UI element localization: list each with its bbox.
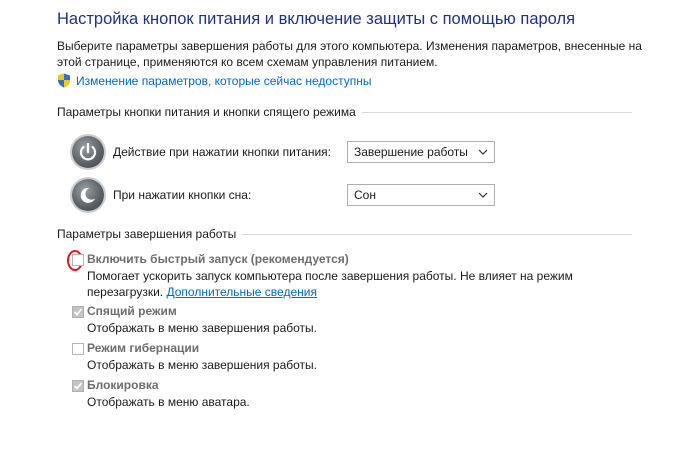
sleep-button-row: При нажатии кнопки сна: Сон bbox=[72, 179, 495, 211]
lock-description: Отображать в меню аватара. bbox=[87, 395, 250, 409]
page-title: Настройка кнопок питания и включение защ… bbox=[57, 10, 576, 28]
power-buttons-section-header: Параметры кнопки питания и кнопки спящег… bbox=[57, 105, 632, 119]
uac-shield-icon bbox=[58, 73, 70, 88]
power-button-label: Действие при нажатии кнопки питания: bbox=[113, 145, 332, 159]
hibernate-description: Отображать в меню завершения работы. bbox=[87, 358, 318, 372]
power-button-action-select[interactable]: Завершение работы bbox=[347, 141, 495, 163]
power-button-icon bbox=[72, 136, 104, 168]
shutdown-section-header: Параметры завершения работы bbox=[57, 227, 632, 241]
chevron-down-icon bbox=[478, 192, 488, 198]
sleep-button-action-select[interactable]: Сон bbox=[347, 184, 495, 206]
section-divider bbox=[242, 233, 632, 235]
hibernate-title: Режим гибернации bbox=[87, 341, 200, 355]
shutdown-section-title: Параметры завершения работы bbox=[57, 227, 237, 241]
sleep-mode-checkbox[interactable] bbox=[72, 306, 84, 318]
power-button-row: Действие при нажатии кнопки питания: Зав… bbox=[72, 136, 495, 168]
fast-startup-description-text: Помогает ускорить запуск компьютера посл… bbox=[87, 269, 573, 299]
sleep-button-action-value: Сон bbox=[354, 188, 376, 202]
sleep-button-label: При нажатии кнопки сна: bbox=[113, 188, 252, 202]
change-unavailable-settings-link[interactable]: Изменение параметров, которые сейчас нед… bbox=[76, 74, 372, 88]
power-section-title: Параметры кнопки питания и кнопки спящег… bbox=[57, 105, 356, 119]
fast-startup-checkbox[interactable] bbox=[72, 254, 84, 266]
sleep-mode-description: Отображать в меню завершения работы. bbox=[87, 321, 318, 335]
hibernate-checkbox[interactable] bbox=[72, 343, 84, 355]
fast-startup-description: Помогает ускорить запуск компьютера посл… bbox=[87, 268, 607, 300]
more-info-link[interactable]: Дополнительные сведения bbox=[166, 285, 316, 299]
sleep-mode-title: Спящий режим bbox=[87, 304, 177, 318]
section-divider bbox=[361, 111, 632, 113]
page-description: Выберите параметры завершения работы для… bbox=[57, 39, 642, 69]
chevron-down-icon bbox=[478, 149, 488, 155]
change-settings-row[interactable]: Изменение параметров, которые сейчас нед… bbox=[57, 73, 372, 88]
checkmark-icon bbox=[73, 308, 83, 316]
power-button-action-value: Завершение работы bbox=[354, 145, 468, 159]
lock-title: Блокировка bbox=[87, 378, 159, 392]
lock-checkbox[interactable] bbox=[72, 380, 84, 392]
sleep-button-icon bbox=[72, 179, 104, 211]
checkmark-icon bbox=[73, 382, 83, 390]
fast-startup-title: Включить быстрый запуск (рекомендуется) bbox=[87, 252, 349, 266]
